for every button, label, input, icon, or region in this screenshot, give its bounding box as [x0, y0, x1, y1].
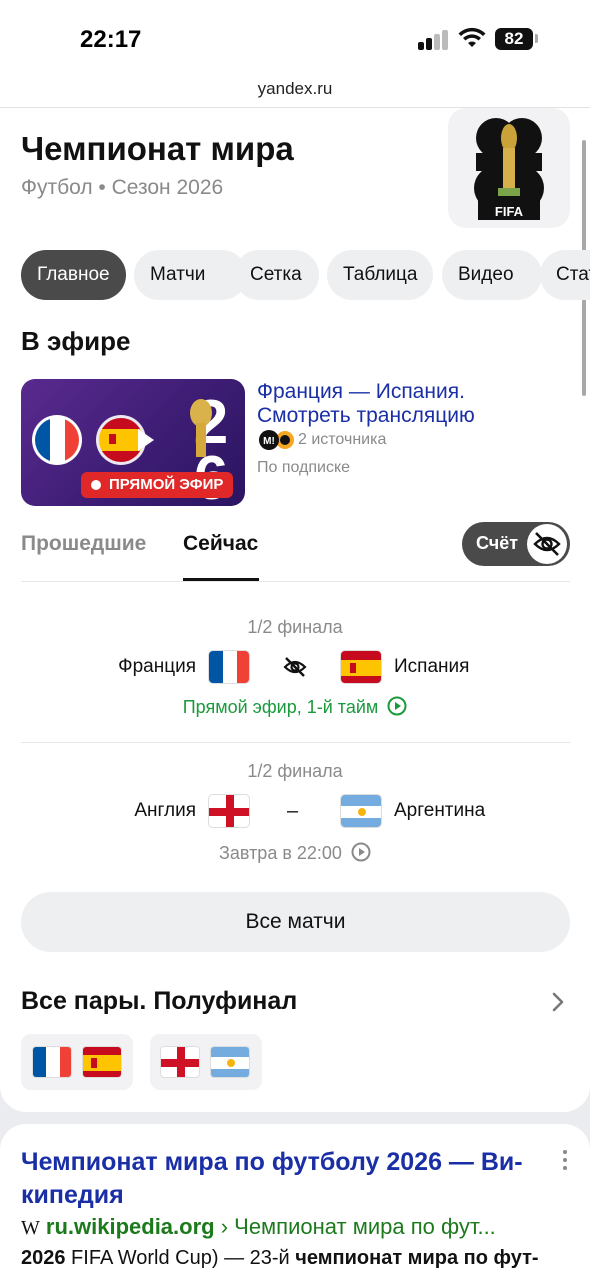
- more-options-icon[interactable]: [562, 1150, 568, 1174]
- live-heading: В эфире: [21, 326, 131, 356]
- source-logos-icon: M!: [259, 430, 294, 450]
- subscription-label: По подписке: [257, 459, 351, 476]
- score-toggle-knob: [527, 524, 567, 564]
- tabs-divider: [21, 581, 570, 582]
- flag-spain-icon: [340, 650, 382, 684]
- match-stage: 1/2 финала: [247, 617, 343, 637]
- tab-matches[interactable]: Матчи: [134, 250, 247, 300]
- page-title: Чемпионат мира: [21, 130, 294, 167]
- tab-video[interactable]: Видео: [442, 250, 542, 300]
- flag-england-icon: [160, 1046, 200, 1078]
- match-status[interactable]: Прямой эфир, 1-й тайм: [0, 696, 590, 718]
- snippet-bold: чемпионат мира по фут-: [295, 1247, 539, 1269]
- all-matches-button[interactable]: Все матчи: [21, 892, 570, 952]
- result-breadcrumb: › Чемпионат мира по фут...: [220, 1214, 496, 1239]
- flag-argentina-icon: [210, 1046, 250, 1078]
- score-separator: –: [287, 800, 299, 822]
- svg-text:FIFA: FIFA: [495, 204, 524, 219]
- play-circle-icon: [387, 696, 407, 716]
- away-team[interactable]: Аргентина: [394, 800, 485, 822]
- hidden-score-icon: [283, 657, 307, 677]
- status-time: 22:17: [80, 26, 142, 53]
- tab-current-matches[interactable]: Сейчас: [183, 532, 258, 556]
- live-status-text: Прямой эфир, 1-й тайм: [182, 697, 379, 717]
- live-stream-thumbnail[interactable]: 2 6 ПРЯМОЙ ЭФИР: [21, 379, 245, 506]
- wikipedia-favicon-icon: W: [21, 1217, 40, 1239]
- trophy-logo-icon: FIFA: [474, 118, 544, 220]
- page-subtitle: Футбол • Сезон 2026: [21, 176, 224, 199]
- result-url[interactable]: Wru.wikipedia.org › Чемпионат мира по фу…: [21, 1214, 581, 1240]
- flag-spain-icon: [82, 1046, 122, 1078]
- result-snippet: 2026 FIFA World Cup) — 23-й чемпионат ми…: [21, 1247, 581, 1270]
- snippet-text: FIFA World Cup) — 23-й: [65, 1247, 296, 1269]
- tab-bracket[interactable]: Сетка: [234, 250, 319, 300]
- live-title-line1: Франция — Испания.: [257, 380, 465, 403]
- signal-icon: [418, 30, 450, 50]
- score-toggle-label: Счёт: [476, 533, 519, 553]
- url-bar[interactable]: yandex.ru: [0, 72, 590, 108]
- eye-off-icon: [533, 532, 561, 556]
- live-title-line2: Смотреть трансляцию: [257, 404, 475, 427]
- nav-tabs: Главное Матчи Сетка Таблица Видео Статис…: [21, 250, 590, 300]
- flag-france-icon: [208, 650, 250, 684]
- match-divider: [21, 742, 570, 743]
- flag-england-icon: [208, 794, 250, 828]
- snippet-bold: 2026: [21, 1247, 66, 1269]
- flag-argentina-icon: [340, 794, 382, 828]
- match-stage: 1/2 финала: [247, 761, 343, 781]
- pairs-heading[interactable]: Все пары. Полуфинал: [21, 987, 297, 1016]
- battery-icon: 82: [495, 28, 533, 50]
- sources-count: 2 источника: [298, 431, 387, 448]
- scheduled-time-text: Завтра в 22:00: [219, 843, 342, 863]
- result-title-link[interactable]: Чемпионат мира по футболу 2026 — Ви-кипе…: [21, 1146, 551, 1212]
- world-cup-logo: FIFA: [448, 108, 570, 228]
- live-badge: ПРЯМОЙ ЭФИР: [81, 472, 234, 498]
- tab-stats[interactable]: Статистика: [540, 250, 590, 300]
- home-team[interactable]: Франция: [21, 656, 196, 678]
- home-team[interactable]: Англия: [21, 800, 196, 822]
- away-team[interactable]: Испания: [394, 656, 469, 678]
- tab-table[interactable]: Таблица: [327, 250, 433, 300]
- result-domain: ru.wikipedia.org: [45, 1214, 215, 1239]
- flag-france-icon: [32, 1046, 72, 1078]
- battery-nub: [535, 34, 538, 43]
- live-stream-link[interactable]: Франция — Испания. Смотреть трансляцию: [257, 380, 557, 428]
- tab-main[interactable]: Главное: [21, 250, 126, 300]
- match-status[interactable]: Завтра в 22:00: [0, 842, 590, 864]
- chevron-right-icon[interactable]: [548, 990, 568, 1014]
- tab-past-matches[interactable]: Прошедшие: [21, 532, 146, 556]
- wifi-icon: [458, 27, 486, 47]
- svg-text:M!: M!: [263, 436, 275, 447]
- play-circle-icon: [351, 842, 371, 862]
